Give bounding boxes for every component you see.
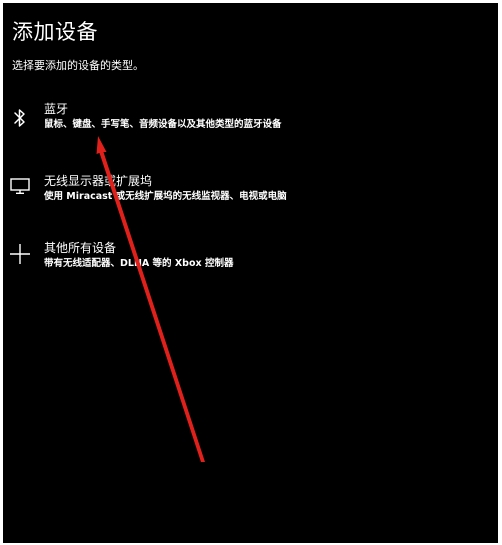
plus-icon [7, 241, 33, 267]
option-bluetooth-description: 鼠标、键盘、手写笔、音频设备以及其他类型的蓝牙设备 [44, 119, 282, 130]
option-bluetooth-label: 蓝牙 [44, 102, 69, 116]
dialog-subtitle: 选择要添加的设备的类型。 [12, 59, 144, 72]
option-everything-else-label: 其他所有设备 [44, 241, 117, 255]
add-device-dialog: 添加设备 选择要添加的设备的类型。 蓝牙 鼠标、键盘、手写笔、音频设备以及其他类… [3, 3, 498, 543]
option-wireless-display-label: 无线显示器或扩展坞 [44, 174, 153, 188]
dialog-title: 添加设备 [12, 20, 98, 44]
monitor-icon [7, 173, 33, 199]
option-wireless-display[interactable]: 无线显示器或扩展坞 使用 Miracast 或无线扩展坞的无线监视器、电视或电脑 [3, 173, 498, 217]
option-wireless-display-description: 使用 Miracast 或无线扩展坞的无线监视器、电视或电脑 [44, 191, 287, 202]
option-bluetooth[interactable]: 蓝牙 鼠标、键盘、手写笔、音频设备以及其他类型的蓝牙设备 [3, 101, 498, 145]
option-everything-else[interactable]: 其他所有设备 带有无线适配器、DLNA 等的 Xbox 控制器 [3, 240, 498, 284]
option-everything-else-description: 带有无线适配器、DLNA 等的 Xbox 控制器 [44, 258, 234, 269]
bluetooth-icon [7, 105, 33, 131]
